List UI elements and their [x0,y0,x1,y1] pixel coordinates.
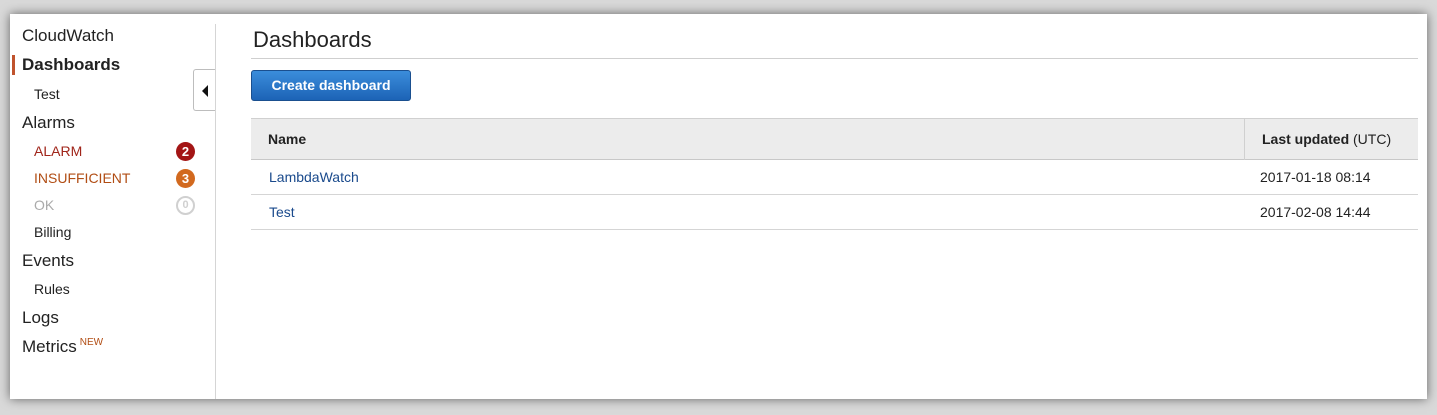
table-row: Test 2017-02-08 14:44 [251,195,1418,230]
column-header-last-updated[interactable]: Last updated (UTC) [1262,131,1391,147]
create-dashboard-button[interactable]: Create dashboard [251,70,411,101]
page-title: Dashboards [253,27,372,52]
new-badge: NEW [79,337,104,348]
collapse-sidebar-button[interactable] [193,69,215,111]
sidebar-item-events[interactable]: Events [22,251,74,271]
sidebar-item-cloudwatch[interactable]: CloudWatch [22,26,114,46]
last-updated-cell: 2017-02-08 14:44 [1260,204,1371,220]
sidebar-item-dashboard-test[interactable]: Test [34,86,60,102]
sidebar-item-insufficient[interactable]: INSUFFICIENT [34,170,130,186]
sidebar-item-metrics-label: Metrics [22,337,77,356]
table-header: Name Last updated (UTC) [251,118,1418,160]
column-header-last-updated-label: Last updated [1262,131,1350,147]
table-row: LambdaWatch 2017-01-18 08:14 [251,160,1418,195]
dashboards-table: Name Last updated (UTC) LambdaWatch 2017… [251,118,1418,230]
column-header-name[interactable]: Name [268,131,306,147]
sidebar-item-logs[interactable]: Logs [22,308,59,328]
dashboard-link[interactable]: Test [269,204,295,220]
column-divider [1244,119,1245,160]
sidebar-item-rules[interactable]: Rules [34,281,70,297]
app-window: CloudWatch Dashboards Test Alarms ALARM … [10,14,1427,399]
alarm-count-badge: 2 [176,142,195,161]
caret-left-icon [202,85,208,97]
main-content: Dashboards Create dashboard Name Last up… [251,14,1418,399]
sidebar-item-metrics[interactable]: Metrics NEW [22,337,103,357]
column-header-utc: (UTC) [1349,131,1392,147]
sidebar-item-billing[interactable]: Billing [34,224,71,240]
sidebar: CloudWatch Dashboards Test Alarms ALARM … [10,24,216,399]
ok-count-badge: 0 [176,196,195,215]
sidebar-item-alarm[interactable]: ALARM [34,143,82,159]
sidebar-item-ok[interactable]: OK [34,197,54,213]
insufficient-count-badge: 3 [176,169,195,188]
dashboard-link[interactable]: LambdaWatch [269,169,359,185]
sidebar-item-dashboards[interactable]: Dashboards [22,55,120,75]
sidebar-item-alarms[interactable]: Alarms [22,113,75,133]
title-divider [251,58,1418,59]
active-indicator [12,55,15,75]
last-updated-cell: 2017-01-18 08:14 [1260,169,1371,185]
